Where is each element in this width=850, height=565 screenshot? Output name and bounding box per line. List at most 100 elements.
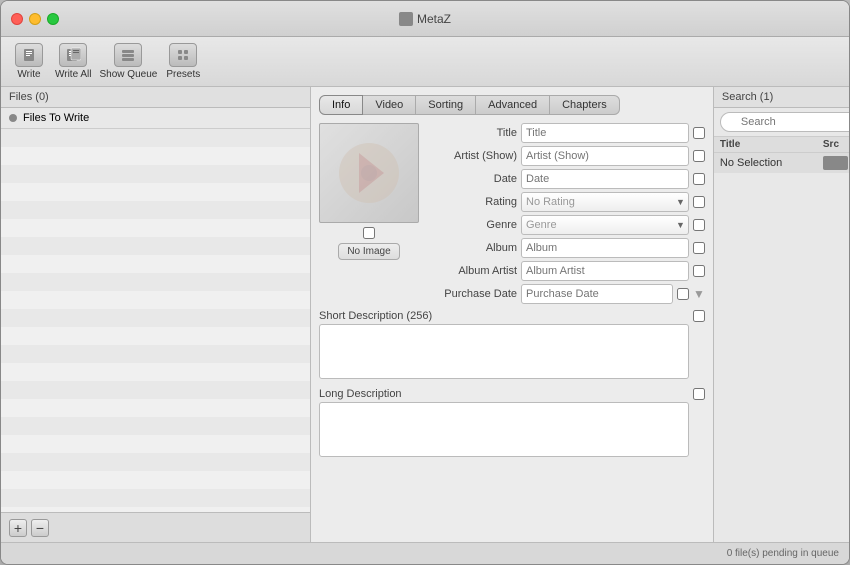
list-item xyxy=(1,327,310,345)
tab-sorting[interactable]: Sorting xyxy=(416,95,476,115)
album-checkbox[interactable] xyxy=(693,242,705,254)
rating-label: Rating xyxy=(427,196,517,208)
scroll-indicator[interactable]: ▼ xyxy=(693,287,705,301)
remove-file-button[interactable]: − xyxy=(31,519,49,537)
search-results-header: Title Src C xyxy=(714,137,849,153)
genre-checkbox[interactable] xyxy=(693,219,705,231)
list-item xyxy=(1,183,310,201)
purchase-date-label: Purchase Date xyxy=(427,288,517,300)
album-art[interactable] xyxy=(319,123,419,223)
search-result-src-icon xyxy=(823,156,848,170)
tab-chapters[interactable]: Chapters xyxy=(550,95,620,115)
album-artist-checkbox[interactable] xyxy=(693,265,705,277)
search-input-wrapper: 🔍 xyxy=(714,108,849,137)
list-item xyxy=(1,345,310,363)
search-result-item[interactable]: No Selection xyxy=(714,153,849,173)
tab-info[interactable]: Info xyxy=(319,95,363,115)
album-art-section: No Image xyxy=(319,123,419,304)
form-fields: Title Artist (Show) Date xyxy=(427,123,705,304)
search-input-container: 🔍 xyxy=(720,112,849,132)
show-queue-button[interactable]: Show Queue xyxy=(100,43,158,80)
titlebar: MetaZ xyxy=(1,1,849,37)
album-artist-label: Album Artist xyxy=(427,265,517,277)
artist-row: Artist (Show) xyxy=(427,146,705,166)
list-item xyxy=(1,147,310,165)
purchase-date-input[interactable] xyxy=(521,284,673,304)
short-desc-content: Short Description (256) xyxy=(319,310,689,382)
genre-label: Genre xyxy=(427,219,517,231)
main-window: MetaZ Write Write All Show Queue P xyxy=(0,0,850,565)
search-input[interactable] xyxy=(720,112,849,132)
write-all-button[interactable]: Write All xyxy=(55,43,92,80)
no-image-button[interactable]: No Image xyxy=(338,243,399,260)
rating-select[interactable]: No Rating xyxy=(521,192,689,212)
files-list[interactable]: Files To Write xyxy=(1,108,310,512)
files-header: Files (0) xyxy=(1,87,310,108)
genre-select[interactable]: Genre xyxy=(521,215,689,235)
list-item xyxy=(1,219,310,237)
long-desc-content: Long Description xyxy=(319,388,689,460)
genre-row: Genre Genre ▼ xyxy=(427,215,705,235)
purchase-date-checkbox[interactable] xyxy=(677,288,689,300)
short-desc-input[interactable] xyxy=(319,324,689,379)
files-panel: Files (0) Files To Write xyxy=(1,87,311,542)
rating-select-wrapper: No Rating ▼ xyxy=(521,192,689,212)
album-artist-input[interactable] xyxy=(521,261,689,281)
list-item xyxy=(1,255,310,273)
rating-row: Rating No Rating ▼ xyxy=(427,192,705,212)
info-panel: Info Video Sorting Advanced Chapters xyxy=(311,87,713,542)
list-item xyxy=(1,435,310,453)
album-row: Album xyxy=(427,238,705,258)
title-input[interactable] xyxy=(521,123,689,143)
close-button[interactable] xyxy=(11,13,23,25)
list-item xyxy=(1,381,310,399)
long-desc-label: Long Description xyxy=(319,388,689,400)
list-item xyxy=(1,237,310,255)
presets-icon xyxy=(169,43,197,67)
date-label: Date xyxy=(427,173,517,185)
descriptions-section: Short Description (256) Long Description xyxy=(319,310,705,460)
date-checkbox[interactable] xyxy=(693,173,705,185)
main-content: Files (0) Files To Write xyxy=(1,87,849,542)
rating-checkbox[interactable] xyxy=(693,196,705,208)
tab-bar: Info Video Sorting Advanced Chapters xyxy=(319,95,705,115)
artist-label: Artist (Show) xyxy=(427,150,517,162)
show-queue-icon xyxy=(114,43,142,67)
tab-video[interactable]: Video xyxy=(363,95,416,115)
artist-checkbox[interactable] xyxy=(693,150,705,162)
list-item xyxy=(1,201,310,219)
write-button[interactable]: Write xyxy=(11,43,47,80)
list-item xyxy=(1,129,310,147)
add-file-button[interactable]: + xyxy=(9,519,27,537)
album-artist-row: Album Artist xyxy=(427,261,705,281)
date-row: Date xyxy=(427,169,705,189)
genre-select-wrapper: Genre ▼ xyxy=(521,215,689,235)
purchase-date-row: Purchase Date ▼ xyxy=(427,284,705,304)
long-desc-checkbox[interactable] xyxy=(693,388,705,400)
list-dot-icon xyxy=(9,114,17,122)
search-result-title: No Selection xyxy=(720,157,819,169)
status-bar: 0 file(s) pending in queue xyxy=(1,542,849,564)
tab-advanced[interactable]: Advanced xyxy=(476,95,550,115)
status-text: 0 file(s) pending in queue xyxy=(727,548,839,559)
search-col-src-label: Src xyxy=(823,139,848,150)
list-item xyxy=(1,291,310,309)
search-col-title-label: Title xyxy=(720,139,819,150)
presets-button[interactable]: Presets xyxy=(165,43,201,80)
window-title: MetaZ xyxy=(399,12,451,26)
files-footer: + − xyxy=(1,512,310,542)
long-desc-input[interactable] xyxy=(319,402,689,457)
write-all-icon xyxy=(59,43,87,67)
artist-input[interactable] xyxy=(521,146,689,166)
date-input[interactable] xyxy=(521,169,689,189)
minimize-button[interactable] xyxy=(29,13,41,25)
list-item xyxy=(1,273,310,291)
album-input[interactable] xyxy=(521,238,689,258)
long-desc-row: Long Description xyxy=(319,388,705,460)
app-icon xyxy=(399,12,413,26)
list-item xyxy=(1,309,310,327)
maximize-button[interactable] xyxy=(47,13,59,25)
title-checkbox[interactable] xyxy=(693,127,705,139)
album-art-checkbox[interactable] xyxy=(363,227,375,239)
short-desc-checkbox[interactable] xyxy=(693,310,705,322)
